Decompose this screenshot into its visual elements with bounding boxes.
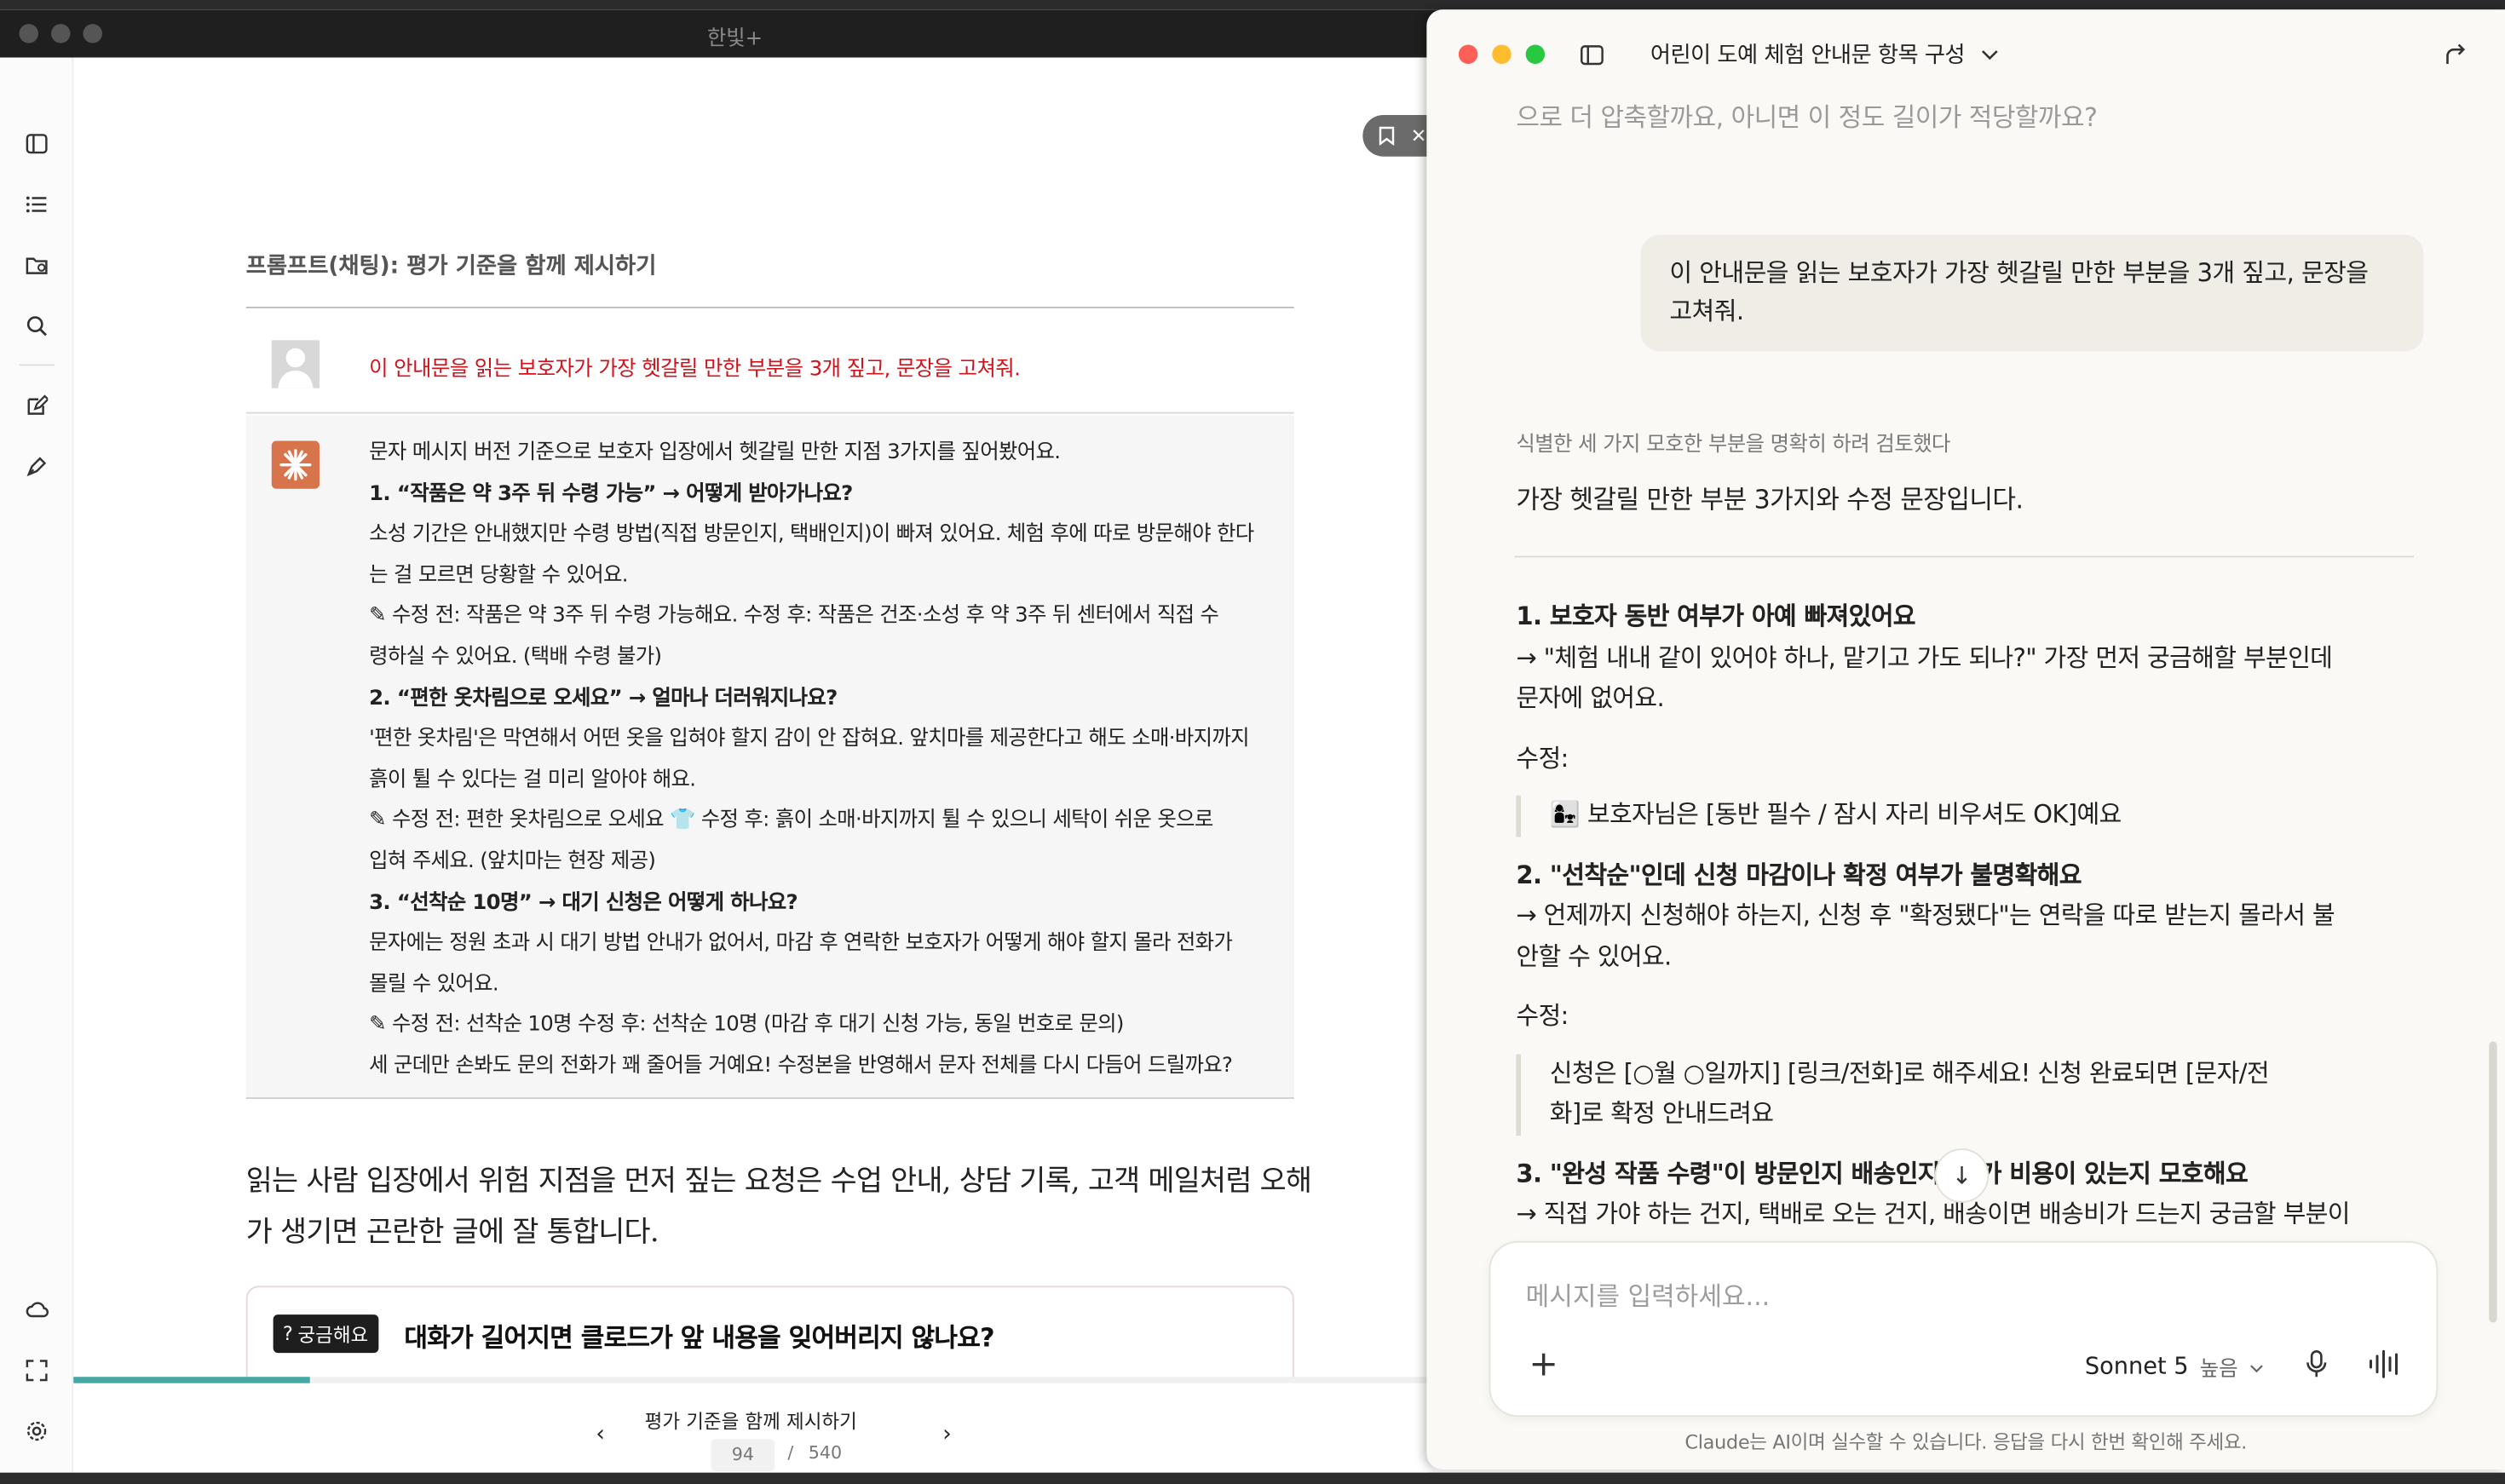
reading-progress-bar — [73, 1377, 1429, 1383]
claude-zoom-dot[interactable] — [1525, 44, 1546, 64]
model-selector[interactable]: Sonnet 5 높음 — [2085, 1351, 2264, 1382]
item-line: → 직접 가야 하는 건지, 택배로 오는 건지, 배송이면 배송비가 드는지 … — [1516, 1199, 2350, 1228]
fix-line: 신청은 [○월 ○일까지] [링크/전화]로 해주세요! 신청 완료되면 [문자… — [1549, 1058, 2270, 1087]
total-pages: 540 — [808, 1442, 843, 1464]
answer-text: 문자 메시지 버전 기준으로 보호자 입장에서 헷갈릴 만한 지점 3가지를 짚… — [369, 433, 1276, 1087]
chevron-down-icon — [1981, 42, 1999, 67]
reader-app-title: 한빛+ — [706, 26, 763, 51]
voice-mode-waveform-icon[interactable] — [2368, 1349, 2403, 1384]
answer-line: 입혀 주세요. (앞치마는 현장 제공) — [369, 849, 656, 874]
section-label: 프롬프트(채팅): 평가 기준을 함께 제시하기 — [245, 254, 657, 280]
table-of-contents-icon[interactable] — [22, 190, 51, 219]
conversation-title-dropdown[interactable]: 어린이 도예 체험 안내문 항목 구성 — [1650, 38, 1999, 71]
cloud-sync-icon[interactable] — [22, 1296, 51, 1325]
chat-scrollbar[interactable] — [2489, 1041, 2497, 1323]
chevron-down-icon — [2249, 1354, 2264, 1379]
message-input[interactable] — [1525, 1280, 2389, 1312]
desktop-dock-edge — [0, 1472, 2505, 1484]
add-attachment-plus-icon[interactable]: + — [1529, 1345, 1558, 1385]
close-bookmark-icon[interactable]: ✕ — [1411, 124, 1427, 147]
scroll-to-bottom-arrow-icon[interactable]: ↓ — [1934, 1148, 1990, 1203]
claude-close-dot[interactable] — [1458, 44, 1478, 64]
item-line: 안할 수 있어요. — [1516, 941, 1672, 971]
claude-minimize-dot[interactable] — [1492, 44, 1512, 64]
fix-label: 수정: — [1516, 1001, 1569, 1031]
page-navigation-bar: ‹ 평가 기준을 함께 제시하기 94 / 540 › — [73, 1383, 1429, 1473]
answer-line: 문자 메시지 버전 기준으로 보호자 입장에서 헷갈릴 만한 지점 3가지를 짚… — [369, 440, 1061, 465]
fix-quote: 👩‍👧 보호자님은 [동반 필수 / 잠시 자리 비우셔도 OK]예요 — [1516, 795, 2443, 837]
search-icon[interactable] — [22, 312, 51, 341]
item-heading: 1. 보호자 동반 여부가 아예 빠져있어요 — [1516, 601, 1915, 631]
share-icon[interactable] — [2445, 42, 2467, 72]
response-body: 1. 보호자 동반 여부가 아예 빠져있어요 → "체험 내내 같이 있어야 하… — [1516, 597, 2443, 1235]
microphone-icon[interactable] — [2306, 1349, 2328, 1384]
response-divider — [1514, 555, 2415, 558]
claude-window: 어린이 도예 체험 안내문 항목 구성 으로 더 압축할까요, 아니면 이 정도… — [1426, 9, 2505, 1470]
next-page-chevron-icon[interactable]: › — [942, 1422, 952, 1447]
page-separator: / — [787, 1442, 794, 1464]
prompt-row: 이 안내문을 읽는 보호자가 가장 헷갈릴 만한 부분을 3개 짚고, 문장을 … — [245, 318, 1294, 414]
answer-line: 세 군데만 손봐도 문의 전화가 꽤 줄어들 거예요! 수정본을 반영해서 문자… — [369, 1054, 1233, 1078]
user-avatar-icon — [271, 340, 320, 388]
ai-disclaimer: Claude는 AI이며 실수할 수 있습니다. 응답을 다시 한번 확인해 주… — [1684, 1431, 2247, 1454]
response-lead: 가장 헷갈릴 만한 부분 3가지와 수정 문장입니다. — [1516, 484, 2024, 515]
pen-tool-icon[interactable] — [22, 452, 51, 481]
reading-progress-fill — [73, 1377, 309, 1383]
answer-line: 2. “편한 옷차림으로 오세요” → 얼마나 더러워지나요? — [369, 686, 838, 710]
question-icon: ? — [282, 1322, 293, 1345]
answer-line: ✎ 수정 전: 작품은 약 3주 뒤 수령 가능해요. 수정 후: 작품은 건조… — [369, 604, 1219, 629]
answer-line: 는 걸 모르면 당황할 수 있어요. — [369, 563, 628, 588]
answer-line: 흙이 튈 수 있다는 걸 미리 알아야 해요. — [369, 768, 696, 792]
user-message-bubble: 이 안내문을 읽는 보호자가 가장 헷갈릴 만한 부분을 3개 짚고, 문장을 … — [1640, 234, 2424, 352]
prompt-text: 이 안내문을 읽는 보호자가 가장 헷갈릴 만한 부분을 3개 짚고, 문장을 … — [369, 358, 1021, 383]
answer-line: 3. “선착순 10명” → 대기 신청은 어떻게 하나요? — [369, 890, 798, 915]
note-edit-icon[interactable] — [22, 391, 51, 420]
claude-answer-box: 문자 메시지 버전 기준으로 보호자 입장에서 헷갈릴 만한 지점 3가지를 짚… — [245, 415, 1294, 1099]
previous-message-tail: 으로 더 압축할까요, 아니면 이 정도 길이가 적당할까요? — [1516, 102, 2098, 133]
reader-tool-rail — [0, 57, 74, 1473]
answer-line: 1. “작품은 약 3주 뒤 수령 가능” → 어떻게 받아가나요? — [369, 481, 853, 506]
item-line: 문자에 없어요. — [1516, 683, 1665, 713]
folder-search-icon[interactable] — [22, 250, 51, 279]
answer-line: ✎ 수정 전: 선착순 10명 수정 후: 선착순 10명 (마감 후 대기 신… — [369, 1013, 1124, 1038]
faq-title: 대화가 길어지면 클로드가 앞 내용을 잊어버리지 않나요? — [404, 1322, 994, 1354]
body-line: 가 생기면 곤란한 글에 잘 통합니다. — [245, 1215, 659, 1250]
answer-line: '편한 옷차림'은 막연해서 어떤 옷을 입혀야 할지 감이 안 잡혀요. 앞치… — [369, 727, 1249, 751]
sidebar-toggle-icon[interactable] — [1580, 42, 1604, 72]
fullscreen-icon[interactable] — [22, 1356, 51, 1385]
effort-level: 높음 — [2199, 1357, 2238, 1382]
claude-logo-icon — [271, 440, 320, 489]
message-composer: + Sonnet 5 높음 — [1489, 1240, 2439, 1418]
chapter-title: 평가 기준을 함께 제시하기 — [644, 1410, 857, 1433]
item-line: → "체험 내내 같이 있어야 하나, 맡기고 가도 되나?" 가장 먼저 궁금… — [1516, 642, 2333, 672]
conversation-title: 어린이 도예 체험 안내문 항목 구성 — [1650, 43, 1966, 69]
answer-line: 문자에는 정원 초과 시 대기 방법 안내가 없어서, 마감 후 연락한 보호자… — [369, 931, 1233, 956]
settings-gear-icon[interactable] — [22, 1417, 51, 1446]
answer-line: ✎ 수정 전: 편한 옷차림으로 오세요 👕 수정 후: 흙이 소매·바지까지 … — [369, 808, 1213, 833]
model-name: Sonnet 5 — [2084, 1354, 2189, 1380]
section-rule — [245, 307, 1294, 308]
item-heading: 2. "선착순"인데 신청 마감이나 확정 여부가 불명확해요 — [1516, 860, 2082, 889]
sidebar-toggle-icon[interactable] — [22, 129, 51, 158]
item-line: → 언제까지 신청해야 하는지, 신청 후 "확정됐다"는 연락을 따로 받는지… — [1516, 900, 2335, 930]
fix-line: 화]로 확정 안내드려요 — [1549, 1099, 1774, 1128]
current-page-field[interactable]: 94 — [711, 1439, 775, 1471]
bookmark-icon[interactable] — [1379, 121, 1395, 152]
faq-badge-label: 궁금해요 — [297, 1323, 369, 1346]
body-line: 읽는 사람 입장에서 위험 지점을 먼저 짚는 요청은 수업 안내, 상담 기록… — [245, 1164, 1312, 1199]
answer-line: 몰릴 수 있어요. — [369, 972, 499, 997]
fix-quote: 신청은 [○월 ○일까지] [링크/전화]로 해주세요! 신청 완료되면 [문자… — [1516, 1053, 2443, 1136]
faq-badge: ? 궁금해요 — [273, 1314, 378, 1354]
answer-line: 령하실 수 있어요. (택배 수령 불가) — [369, 645, 662, 670]
answer-line: 소성 기간은 안내했지만 수령 방법(직접 방문인지, 택배인지)이 빠져 있어… — [369, 522, 1254, 547]
fix-line: 👩‍👧 보호자님은 [동반 필수 / 잠시 자리 비우셔도 OK]예요 — [1549, 800, 2122, 830]
rail-divider — [19, 364, 55, 366]
fix-label: 수정: — [1516, 743, 1569, 773]
body-paragraph: 읽는 사람 입장에서 위험 지점을 먼저 짚는 요청은 수업 안내, 상담 기록… — [245, 1157, 1312, 1259]
thinking-summary[interactable]: 식별한 세 가지 모호한 부분을 명확히 하려 검토했다 — [1516, 427, 1950, 457]
